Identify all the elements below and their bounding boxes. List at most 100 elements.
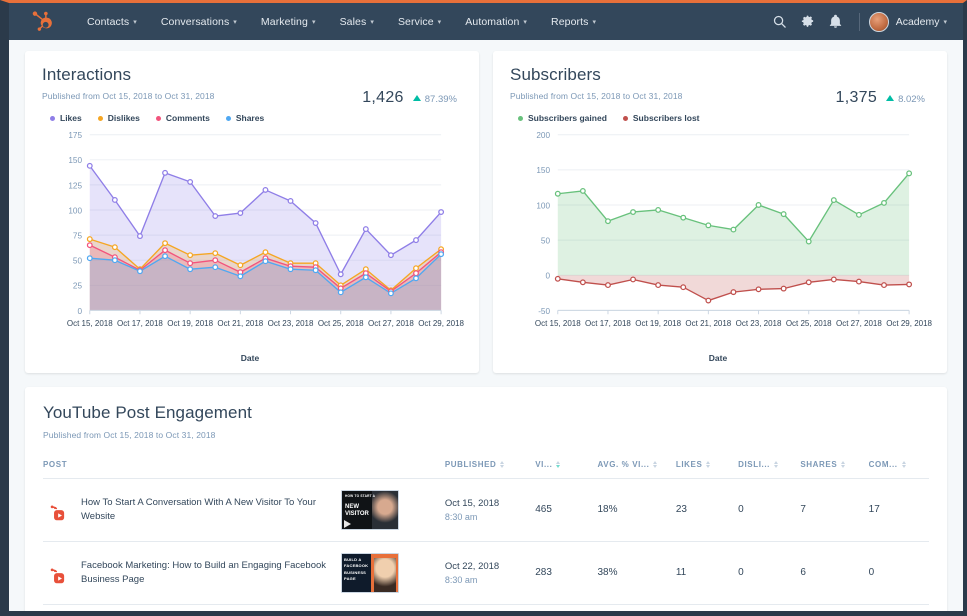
- nav-item-service[interactable]: Service ▾: [386, 10, 453, 34]
- column-header-dislikes[interactable]: DISLI...: [738, 459, 801, 479]
- sort-icon[interactable]: [774, 460, 779, 469]
- column-label: DISLI...: [738, 459, 771, 469]
- interactions-metric: 1,426 87.39%: [362, 89, 457, 107]
- search-icon[interactable]: [766, 8, 794, 36]
- sort-icon[interactable]: [653, 460, 658, 469]
- interactions-card-header: Interactions Published from Oct 15, 2018…: [25, 51, 479, 123]
- interactions-metric-value: 1,426: [362, 89, 404, 106]
- subscribers-chart-svg: -50 0 50 100 150 200 Oct 15, 2018 Oct 17, 2018 O…: [535, 131, 933, 328]
- column-header-shares[interactable]: SHARES: [800, 459, 869, 479]
- table-title: YouTube Post Engagement: [43, 403, 252, 423]
- nav-item-label: Marketing: [260, 15, 308, 28]
- svg-text:Oct 19, 2018: Oct 19, 2018: [635, 319, 681, 328]
- legend-label: Subscribers gained: [528, 113, 607, 124]
- column-header-views[interactable]: VI...: [535, 459, 598, 479]
- legend-item-comments[interactable]: Comments: [155, 113, 210, 124]
- cell-dislikes: 0: [738, 541, 801, 605]
- top-navbar: Contacts ▾ Conversations ▾ Marketing ▾ S…: [9, 3, 963, 40]
- column-header-avg-viewed[interactable]: AVG. % VI...: [597, 459, 676, 479]
- sort-icon[interactable]: [706, 460, 711, 469]
- dashboard-content: Interactions Published from Oct 15, 2018…: [9, 40, 963, 611]
- svg-text:Oct 21, 2018: Oct 21, 2018: [217, 319, 263, 328]
- post-title-link[interactable]: How To Start A Conversation With A New V…: [81, 496, 331, 524]
- table-row[interactable]: Facebook Marketing: How to Build an Enga…: [43, 541, 929, 605]
- nav-item-conversations[interactable]: Conversations ▾: [149, 10, 249, 34]
- subscribers-legend: Subscribers gained Subscribers lost: [510, 113, 930, 123]
- svg-text:Oct 29, 2018: Oct 29, 2018: [886, 319, 932, 328]
- svg-text:Oct 23, 2018: Oct 23, 2018: [736, 319, 782, 328]
- nav-item-automation[interactable]: Automation ▾: [453, 10, 539, 34]
- legend-item-subscribers-gained[interactable]: Subscribers gained: [518, 113, 607, 123]
- svg-text:Oct 21, 2018: Oct 21, 2018: [685, 319, 731, 328]
- post-thumbnail[interactable]: HOW TO START A NEW VISITOR: [341, 489, 399, 530]
- table-row[interactable]: How To Start A Conversation With A New V…: [43, 478, 929, 542]
- column-header-published[interactable]: PUBLISHED: [444, 459, 536, 479]
- cell-comments: 0: [868, 541, 929, 605]
- svg-text:Oct 19, 2018: Oct 19, 2018: [167, 319, 213, 328]
- sort-icon[interactable]: [901, 460, 906, 469]
- post-thumbnail[interactable]: BUILD A FACEBOOK BUSINESS PAGE: [341, 552, 399, 593]
- page-title: Interactions: [42, 65, 132, 84]
- cell-comments: 17: [868, 478, 929, 542]
- cell-likes: 23: [675, 478, 739, 542]
- bell-icon[interactable]: [822, 8, 850, 36]
- nav-item-label: Service: [397, 15, 434, 28]
- triangle-up-icon: [886, 95, 895, 101]
- legend-item-likes[interactable]: Likes: [50, 113, 82, 123]
- table-body: How To Start A Conversation With A New V…: [43, 478, 929, 605]
- cell-post: Facebook Marketing: How to Build an Enga…: [43, 541, 445, 605]
- triangle-up-icon: [412, 95, 421, 101]
- nav-item-label: Automation: [465, 15, 520, 28]
- nav-item-contacts[interactable]: Contacts ▾: [75, 10, 149, 34]
- chevron-down-icon: ▾: [943, 19, 947, 26]
- cell-avg-viewed: 38%: [597, 541, 676, 605]
- sort-icon[interactable]: [841, 460, 846, 469]
- nav-item-sales[interactable]: Sales ▾: [328, 10, 386, 34]
- column-header-likes[interactable]: LIKES: [675, 459, 739, 479]
- legend-label: Comments: [165, 113, 210, 124]
- published-time: 8:30 am: [444, 575, 478, 586]
- subscribers-chart[interactable]: -50 0 50 100 150 200 Oct 15, 2018 Oct 17, 2018 O…: [493, 123, 947, 373]
- legend-dot: [155, 115, 161, 121]
- svg-text:50: 50: [73, 257, 83, 266]
- legend-item-shares[interactable]: Shares: [225, 113, 265, 124]
- legend-label: Shares: [235, 113, 265, 124]
- gear-icon[interactable]: [794, 8, 822, 36]
- nav-item-label: Contacts: [87, 15, 130, 28]
- sort-icon-active[interactable]: [556, 460, 561, 469]
- svg-text:0: 0: [77, 307, 82, 316]
- legend-dot: [50, 115, 55, 121]
- nav-item-reports[interactable]: Reports ▾: [539, 10, 608, 34]
- svg-text:125: 125: [68, 182, 82, 191]
- svg-text:Oct 17, 2018: Oct 17, 2018: [585, 319, 631, 328]
- account-menu[interactable]: Academy ▾: [896, 16, 947, 28]
- subscribers-delta-label: 8.02%: [898, 93, 925, 105]
- nav-item-label: Conversations: [160, 15, 230, 28]
- column-label: LIKES: [675, 459, 703, 469]
- chevron-down-icon: ▾: [437, 19, 442, 26]
- column-header-comments[interactable]: COM...: [868, 459, 929, 479]
- nav-item-marketing[interactable]: Marketing ▾: [249, 10, 328, 34]
- interactions-chart[interactable]: 0 25 50 75 100 125 150 175 Oct 15, 2018 Oct 17, 2…: [25, 123, 479, 373]
- app-window: Contacts ▾ Conversations ▾ Marketing ▾ S…: [0, 0, 967, 616]
- hubspot-sprocket-icon[interactable]: [31, 10, 53, 33]
- legend-dot: [97, 115, 103, 121]
- nav-item-label: Sales: [339, 15, 367, 28]
- youtube-icon: [49, 564, 71, 584]
- cell-views: 283: [535, 541, 598, 605]
- avatar[interactable]: [868, 11, 889, 32]
- svg-text:200: 200: [536, 131, 550, 140]
- interactions-legend: Likes Dislikes Comments Shares: [42, 113, 462, 123]
- column-label: VI...: [535, 459, 553, 469]
- legend-item-dislikes[interactable]: Dislikes: [97, 113, 140, 123]
- legend-item-subscribers-lost[interactable]: Subscribers lost: [622, 113, 700, 123]
- svg-text:175: 175: [68, 131, 82, 140]
- nav-menu: Contacts ▾ Conversations ▾ Marketing ▾ S…: [75, 10, 608, 34]
- legend-label: Likes: [60, 113, 82, 124]
- column-header-post: POST: [43, 459, 445, 479]
- post-title-link[interactable]: Facebook Marketing: How to Build an Enga…: [81, 559, 331, 587]
- post-engagement-table: POST PUBLISHED VI... AVG. % VI... LIKES …: [43, 459, 929, 605]
- cell-published: Oct 15, 2018 8:30 am: [444, 478, 536, 542]
- cell-avg-viewed: 18%: [597, 478, 676, 542]
- sort-icon[interactable]: [500, 460, 505, 469]
